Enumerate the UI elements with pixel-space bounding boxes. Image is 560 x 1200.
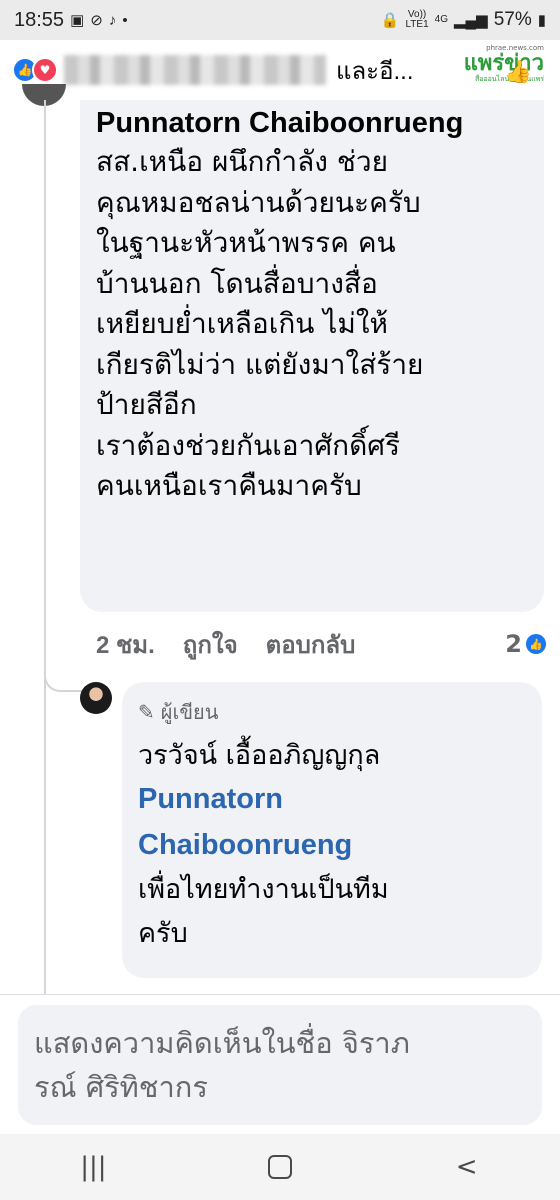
- thumbs-up-icon: 👍: [526, 634, 546, 654]
- comment-author-name[interactable]: Punnatorn Chaiboonrueng: [96, 104, 528, 142]
- comment-text-line: เราต้องช่วยกันเอาศักดิ์ศรี: [96, 428, 401, 462]
- battery-icon: ▮: [537, 12, 546, 29]
- like-count-value: 2: [505, 630, 522, 658]
- like-link[interactable]: ถูกใจ: [183, 625, 238, 664]
- home-button[interactable]: [250, 1155, 310, 1179]
- comment-text-line: สส.เหนือ ผนึกกำลัง ช่วย: [96, 145, 389, 178]
- heart-icon: ♥: [32, 57, 58, 83]
- gallery-icon: ▣: [70, 12, 85, 29]
- pencil-icon: ✎: [138, 700, 155, 724]
- comment-actions: 2 ชม. ถูกใจ ตอบกลับ 2 👍: [96, 626, 546, 662]
- battery-level: 57%: [493, 9, 532, 30]
- mention-tag[interactable]: Punnatorn: [138, 776, 526, 822]
- volte-indicator: Vo)) LTE1: [405, 10, 428, 30]
- thumbs-up-outline-icon[interactable]: 👍: [505, 60, 532, 85]
- thread-line: [44, 100, 46, 690]
- dot-icon: •: [122, 11, 128, 29]
- status-right: 🔒 Vo)) LTE1 4G ▂▄▆ 57% ▮: [381, 9, 546, 31]
- comment-text-line: ในฐานะหัวหน้าพรรค คน: [96, 226, 396, 259]
- reply-bubble[interactable]: ✎ ผู้เขียน วรวัจน์ เอื้ออภิญญกุล Punnato…: [122, 682, 542, 978]
- tiktok-icon: ♪: [108, 11, 117, 29]
- signal-icon: ▂▄▆: [454, 12, 488, 29]
- thread-line-lower: [44, 690, 46, 1000]
- lock-icon: 🔒: [380, 12, 400, 29]
- comment-like-count[interactable]: 2 👍: [505, 630, 546, 658]
- comment-placeholder-line: รณ์ ศิริทิชากร: [34, 1070, 208, 1104]
- status-left: 18:55 ▣ ⊘ ♪ •: [14, 9, 128, 32]
- author-badge-label: ผู้เขียน: [160, 700, 219, 724]
- thread-connector: [44, 660, 82, 692]
- comment-text-line: เกียรติไม่ว่า แต่ยังมาใส่ร้าย: [96, 347, 424, 381]
- network-type: 4G: [434, 14, 448, 25]
- reply-text-line: ครับ: [138, 918, 188, 949]
- reply-avatar[interactable]: [80, 682, 112, 714]
- status-bar: 18:55 ▣ ⊘ ♪ • 🔒 Vo)) LTE1 4G ▂▄▆ 57% ▮: [0, 0, 560, 40]
- comment-input[interactable]: แสดงความคิดเห็นในชื่อ จิราภ รณ์ ศิริทิชา…: [18, 1005, 542, 1125]
- reply-author-name[interactable]: วรวัจน์ เอื้ออภิญญกุล: [138, 736, 526, 776]
- reactors-text: และอี...: [336, 57, 414, 85]
- comment-placeholder-line: แสดงความคิดเห็นในชื่อ จิราภ: [34, 1026, 410, 1060]
- recents-button[interactable]: |||: [63, 1152, 123, 1182]
- block-icon: ⊘: [90, 12, 103, 29]
- back-button[interactable]: <: [437, 1152, 497, 1182]
- compose-area: แสดงความคิดเห็นในชื่อ จิราภ รณ์ ศิริทิชา…: [0, 994, 560, 1135]
- comment-timestamp[interactable]: 2 ชม.: [96, 625, 155, 664]
- reply-link[interactable]: ตอบกลับ: [266, 625, 356, 664]
- reaction-icons: 👍 ♥: [12, 57, 58, 83]
- reply-text-line: เพื่อไทยทำงานเป็นทีม: [138, 874, 389, 905]
- comment-text-line: เหยียบย่ำเหลือเกิน ไม่ให้: [96, 307, 388, 340]
- comment-bubble[interactable]: Punnatorn Chaiboonrueng สส.เหนือ ผนึกกำล…: [80, 100, 544, 612]
- comment-text-line: บ้านนอก โดนสื่อบางสื่อ: [96, 266, 378, 300]
- system-nav-bar: ||| <: [0, 1134, 560, 1200]
- comment-text-line: คนเหนือเราคืนมาครับ: [96, 469, 362, 502]
- author-badge: ✎ ผู้เขียน: [138, 696, 526, 728]
- status-time: 18:55: [14, 8, 65, 31]
- blurred-reactor-names: [64, 55, 326, 85]
- mention-tag[interactable]: Chaiboonrueng: [138, 822, 526, 868]
- volte-bottom: LTE1: [405, 19, 429, 30]
- comment-text-line: ป้ายสีอีก: [96, 388, 197, 421]
- home-icon: [267, 1155, 292, 1179]
- comment-text-line: คุณหมอชลน่านด้วยนะครับ: [96, 185, 421, 219]
